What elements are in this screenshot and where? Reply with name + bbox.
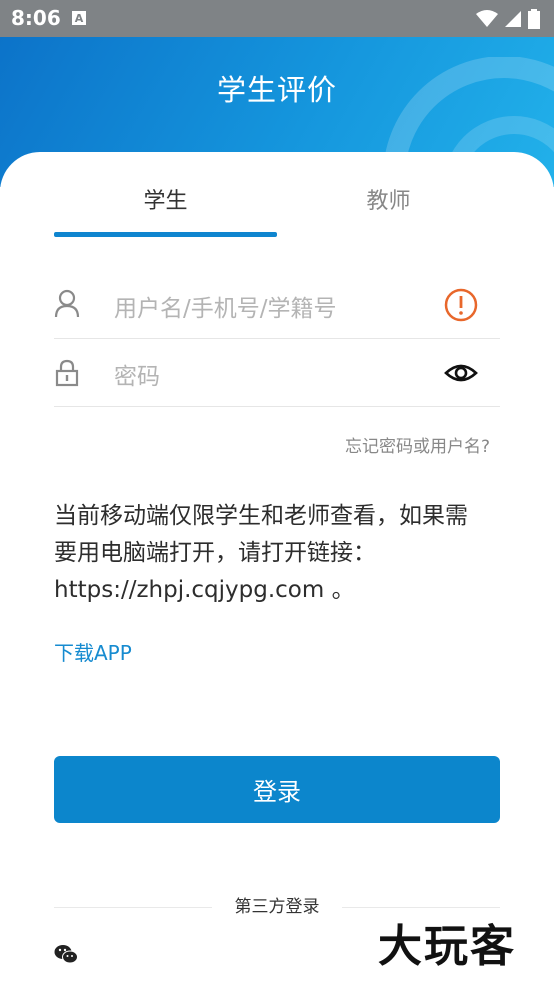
notice-line-2: 要用电脑端打开，请打开链接： bbox=[54, 540, 376, 566]
user-icon bbox=[54, 289, 80, 318]
status-time: 8:06 bbox=[11, 6, 61, 30]
password-placeholder: 密码 bbox=[114, 364, 160, 390]
login-card: 学生 教师 用户名/手机号/学籍号 密码 忘记密码或用户名? 当前移动端仅限学生… bbox=[0, 152, 554, 985]
username-field[interactable]: 用户名/手机号/学籍号 bbox=[54, 271, 500, 339]
tab-student[interactable]: 学生 bbox=[54, 182, 277, 237]
status-bar: 8:06 A bbox=[0, 0, 554, 37]
notification-a-icon: A bbox=[72, 11, 86, 25]
notice-text: 当前移动端仅限学生和老师查看，如果需 要用电脑端打开，请打开链接： https:… bbox=[54, 498, 504, 609]
username-placeholder: 用户名/手机号/学籍号 bbox=[114, 296, 337, 322]
status-icons bbox=[476, 9, 540, 29]
alert-circle-icon bbox=[444, 288, 478, 322]
wifi-icon bbox=[476, 10, 498, 27]
signal-icon bbox=[505, 11, 521, 27]
eye-icon[interactable] bbox=[444, 356, 478, 390]
notice-line-1: 当前移动端仅限学生和老师查看，如果需 bbox=[54, 503, 468, 529]
lock-icon bbox=[55, 359, 79, 387]
watermark-logo: 大玩客 bbox=[378, 921, 516, 972]
role-tabs: 学生 教师 bbox=[54, 182, 500, 237]
wechat-icon[interactable] bbox=[54, 944, 78, 964]
battery-icon bbox=[528, 9, 540, 29]
tab-active-indicator bbox=[54, 232, 277, 237]
download-app-link[interactable]: 下载APP bbox=[54, 637, 132, 666]
forgot-password-link[interactable]: 忘记密码或用户名? bbox=[345, 432, 490, 457]
login-button[interactable]: 登录 bbox=[54, 756, 500, 823]
notice-line-3: https://zhpj.cqjypg.com 。 bbox=[54, 577, 355, 603]
password-field[interactable]: 密码 bbox=[54, 339, 500, 407]
tab-teacher[interactable]: 教师 bbox=[277, 182, 500, 237]
